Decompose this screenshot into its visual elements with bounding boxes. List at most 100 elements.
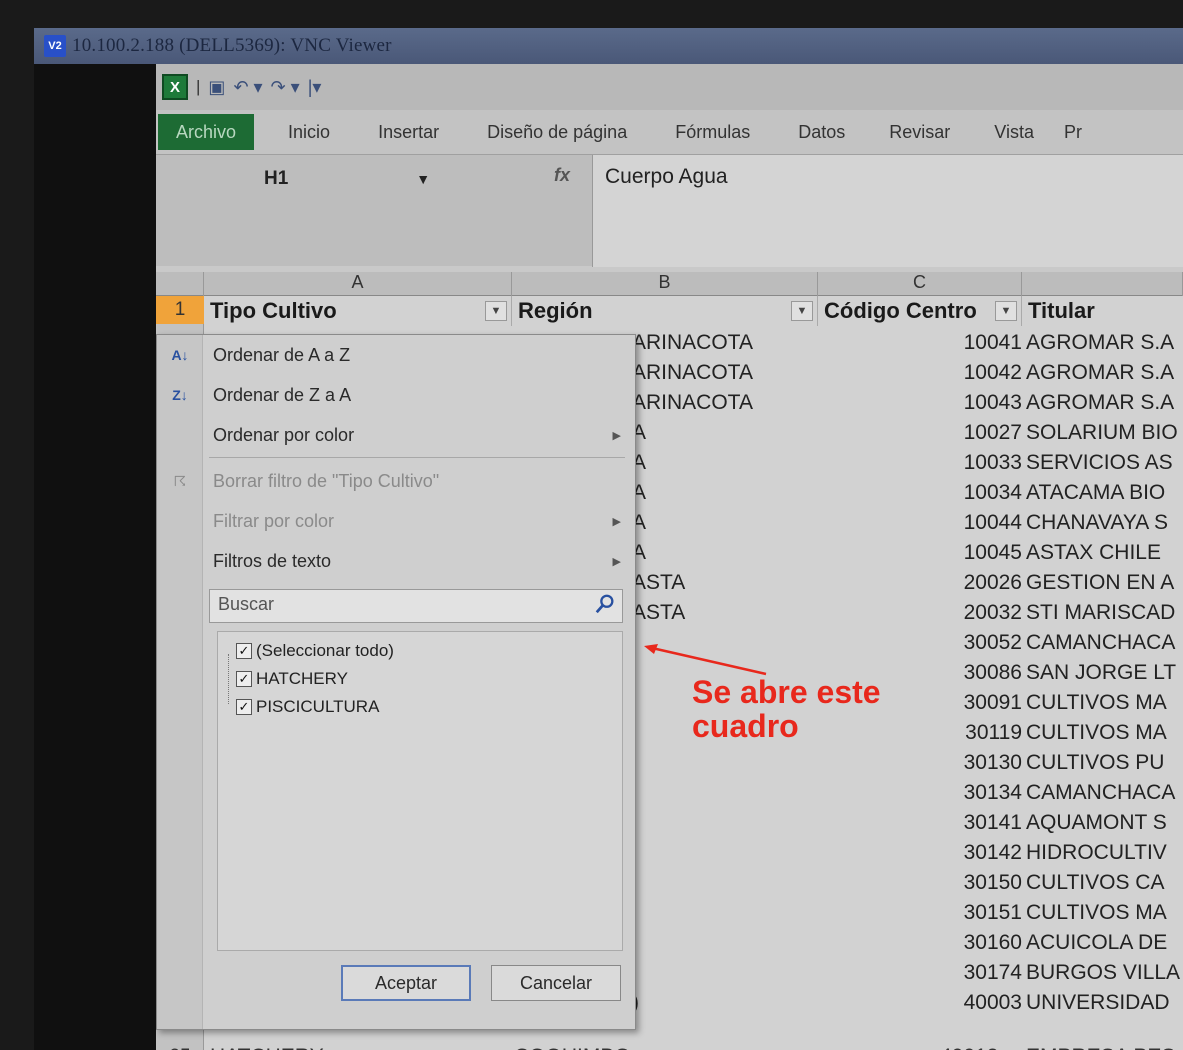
undo-icon[interactable]: ↶ ▾ bbox=[233, 77, 262, 98]
menu-item-sort-by-color[interactable]: Ordenar por color ▶ bbox=[157, 417, 635, 453]
search-icon[interactable] bbox=[594, 593, 616, 615]
cell-codigo-centro[interactable]: 30052 bbox=[816, 628, 1026, 658]
cell-codigo-centro[interactable]: 30142 bbox=[816, 838, 1026, 868]
cell-titular[interactable]: CULTIVOS PU bbox=[1022, 748, 1183, 778]
search-placeholder: Buscar bbox=[218, 594, 275, 614]
save-icon[interactable]: ▣ bbox=[208, 77, 225, 98]
checkbox-checked-icon: ✓ bbox=[236, 671, 252, 687]
cell-codigo-centro[interactable]: 30141 bbox=[816, 808, 1026, 838]
row-header-1[interactable]: 1 bbox=[156, 296, 204, 324]
tab-insertar[interactable]: Insertar bbox=[354, 114, 463, 150]
cell-codigo-centro[interactable]: 10033 bbox=[816, 448, 1026, 478]
tab-archivo[interactable]: Archivo bbox=[158, 114, 255, 150]
cell-titular[interactable]: AGROMAR S.A bbox=[1022, 388, 1183, 418]
cell-titular[interactable]: AGROMAR S.A bbox=[1022, 328, 1183, 358]
cell-codigo-centro[interactable]: 30151 bbox=[816, 898, 1026, 928]
tab-datos[interactable]: Datos bbox=[774, 114, 869, 150]
cell-titular[interactable]: EMPRESA PES bbox=[1026, 1042, 1175, 1050]
filter-dropdown-button[interactable]: ▼ bbox=[995, 301, 1017, 321]
row-header[interactable]: 25 bbox=[156, 1042, 204, 1050]
tab-more[interactable]: Pr bbox=[1058, 114, 1088, 150]
tab-inicio[interactable]: Inicio bbox=[254, 114, 354, 150]
cell-codigo-centro[interactable]: 30130 bbox=[816, 748, 1026, 778]
tree-line bbox=[228, 654, 229, 704]
menu-item-label: Ordenar de A a Z bbox=[213, 344, 351, 365]
cell-titular[interactable]: ACUICOLA DE bbox=[1022, 928, 1183, 958]
cell-codigo-centro[interactable]: 20026 bbox=[816, 568, 1026, 598]
formula-input[interactable]: Cuerpo Agua bbox=[592, 155, 1183, 267]
header-cell-titular[interactable]: Titular bbox=[1022, 296, 1183, 326]
tab-vista[interactable]: Vista bbox=[970, 114, 1058, 150]
filter-dropdown-button[interactable]: ▼ bbox=[485, 301, 507, 321]
cell-titular[interactable]: HIDROCULTIV bbox=[1022, 838, 1183, 868]
cancel-button[interactable]: Cancelar bbox=[491, 965, 621, 1001]
filter-value-list: ✓ (Seleccionar todo) ✓ HATCHERY ✓ PISCIC… bbox=[217, 631, 623, 951]
cell-codigo-centro[interactable]: 10034 bbox=[816, 478, 1026, 508]
filter-dropdown-button[interactable]: ▼ bbox=[791, 301, 813, 321]
cell-codigo-centro[interactable]: 10045 bbox=[816, 538, 1026, 568]
tab-diseno-pagina[interactable]: Diseño de página bbox=[463, 114, 651, 150]
tab-formulas[interactable]: Fórmulas bbox=[651, 114, 774, 150]
checkbox-hatchery[interactable]: ✓ HATCHERY bbox=[236, 666, 348, 692]
checkbox-checked-icon: ✓ bbox=[236, 699, 252, 715]
header-cell-tipo-cultivo[interactable]: Tipo Cultivo ▼ bbox=[204, 296, 512, 326]
cell-titular[interactable]: SERVICIOS AS bbox=[1022, 448, 1183, 478]
cell-titular[interactable]: CHANAVAYA S bbox=[1022, 508, 1183, 538]
filter-search-input[interactable]: Buscar bbox=[209, 589, 623, 623]
cell-titular[interactable]: ATACAMA BIO bbox=[1022, 478, 1183, 508]
customize-toolbar-icon[interactable]: |▾ bbox=[308, 77, 322, 98]
redo-icon[interactable]: ↷ ▾ bbox=[271, 77, 300, 98]
cell-codigo-centro[interactable]: 30134 bbox=[816, 778, 1026, 808]
ok-button[interactable]: Aceptar bbox=[341, 965, 471, 1001]
cell-titular[interactable]: CULTIVOS MA bbox=[1022, 688, 1183, 718]
cell-titular[interactable]: BURGOS VILLA bbox=[1022, 958, 1183, 988]
cell-titular[interactable]: CULTIVOS MA bbox=[1022, 898, 1183, 928]
cell-codigo-centro[interactable]: 10043 bbox=[816, 388, 1026, 418]
cell-codigo-centro[interactable]: 10044 bbox=[816, 508, 1026, 538]
cell-titular[interactable]: STI MARISCAD bbox=[1022, 598, 1183, 628]
cell-codigo-centro[interactable]: 30150 bbox=[816, 868, 1026, 898]
cell-codigo-centro[interactable]: 10041 bbox=[816, 328, 1026, 358]
cell-titular[interactable]: AGROMAR S.A bbox=[1022, 358, 1183, 388]
name-box[interactable]: H1 ▼ bbox=[156, 161, 456, 197]
cell-titular[interactable]: SOLARIUM BIO bbox=[1022, 418, 1183, 448]
cell-codigo-centro[interactable]: 40013 bbox=[940, 1042, 998, 1050]
menu-item-sort-az[interactable]: A↓ Ordenar de A a Z bbox=[157, 337, 635, 373]
cell-codigo-centro[interactable]: 20032 bbox=[816, 598, 1026, 628]
cell-region[interactable]: COQUIMBO bbox=[514, 1042, 631, 1050]
column-header-c[interactable]: C bbox=[818, 272, 1022, 296]
monitor-frame: V2 10.100.2.188 (DELL5369): VNC Viewer X… bbox=[0, 0, 1183, 1050]
cell-codigo-centro[interactable]: 40003 bbox=[816, 988, 1026, 1018]
cell-titular[interactable]: CULTIVOS CA bbox=[1022, 868, 1183, 898]
cell-codigo-centro[interactable]: 10042 bbox=[816, 358, 1026, 388]
cell-titular[interactable]: AQUAMONT S bbox=[1022, 808, 1183, 838]
checkbox-piscicultura[interactable]: ✓ PISCICULTURA bbox=[236, 694, 379, 720]
sort-descending-icon: Z↓ bbox=[172, 387, 188, 403]
cell-titular[interactable]: CAMANCHACA bbox=[1022, 778, 1183, 808]
cell-titular[interactable]: UNIVERSIDAD bbox=[1022, 988, 1183, 1018]
cell-titular[interactable]: CULTIVOS MA bbox=[1022, 718, 1183, 748]
cell-titular[interactable]: SAN JORGE LT bbox=[1022, 658, 1183, 688]
column-header-d[interactable] bbox=[1022, 272, 1183, 296]
chevron-down-icon[interactable]: ▼ bbox=[416, 171, 430, 187]
cell-titular[interactable]: CAMANCHACA bbox=[1022, 628, 1183, 658]
insert-function-icon[interactable]: fx bbox=[554, 165, 570, 186]
column-header-b[interactable]: B bbox=[512, 272, 818, 296]
cell-codigo-centro[interactable]: 30160 bbox=[816, 928, 1026, 958]
menu-item-sort-za[interactable]: Z↓ Ordenar de Z a A bbox=[157, 377, 635, 413]
checkbox-select-all[interactable]: ✓ (Seleccionar todo) bbox=[236, 638, 394, 664]
cell-titular[interactable]: ASTAX CHILE bbox=[1022, 538, 1183, 568]
header-label: Tipo Cultivo bbox=[210, 298, 337, 323]
toolbar-separator: | bbox=[196, 77, 201, 96]
cell-titular[interactable]: GESTION EN A bbox=[1022, 568, 1183, 598]
cell-codigo-centro[interactable]: 10027 bbox=[816, 418, 1026, 448]
select-all-corner[interactable] bbox=[156, 272, 204, 296]
column-header-a[interactable]: A bbox=[204, 272, 512, 296]
checkbox-label: HATCHERY bbox=[256, 669, 348, 688]
header-cell-codigo-centro[interactable]: Código Centro ▼ bbox=[818, 296, 1022, 326]
menu-item-text-filters[interactable]: Filtros de texto ▶ bbox=[157, 543, 635, 579]
tab-revisar[interactable]: Revisar bbox=[869, 114, 970, 150]
cell-tipo-cultivo[interactable]: HATCHERY bbox=[210, 1042, 324, 1050]
cell-codigo-centro[interactable]: 30174 bbox=[816, 958, 1026, 988]
header-cell-region[interactable]: Región ▼ bbox=[512, 296, 818, 326]
